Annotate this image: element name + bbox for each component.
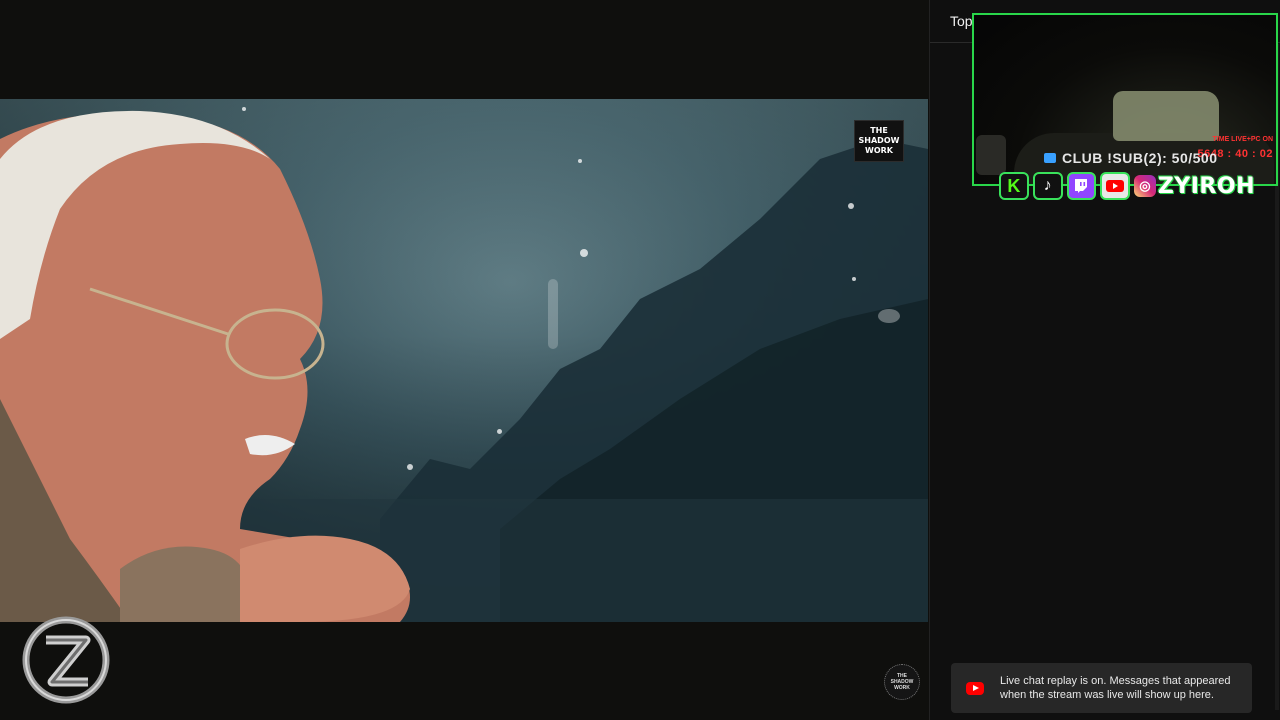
- snow-particle: [848, 203, 854, 209]
- youtube-icon: [966, 681, 984, 695]
- logo-line: WORK: [894, 685, 910, 691]
- snow-particle: [497, 429, 502, 434]
- video-scene: [0, 110, 928, 622]
- club-icon: [1044, 153, 1056, 163]
- twitch-icon: [1066, 172, 1097, 200]
- webcam-pillow: [1113, 91, 1219, 141]
- shadow-work-logo: THE SHADOW WORK: [884, 664, 920, 700]
- snow-particle: [580, 249, 588, 257]
- watermark-line: WORK: [865, 146, 893, 155]
- tiktok-icon: ♪: [1032, 172, 1063, 200]
- chat-mode-label[interactable]: Top: [950, 13, 973, 29]
- webcam-object: [976, 135, 1006, 175]
- instagram-icon: ◎: [1134, 175, 1156, 197]
- replay-notice-text: Live chat replay is on. Messages that ap…: [1000, 675, 1231, 701]
- replay-notice-banner: Live chat replay is on. Messages that ap…: [951, 663, 1252, 713]
- snow-particle: [242, 107, 246, 111]
- club-sub-counter: CLUB !SUB(2): 50/500: [1044, 150, 1217, 166]
- live-time-label: TIME LIVE+PC ON: [1212, 136, 1273, 143]
- snow-particle: [578, 159, 582, 163]
- video-player[interactable]: THE SHADOW WORK: [0, 99, 928, 622]
- watermark-line: THE: [870, 126, 888, 135]
- channel-z-logo: [22, 616, 110, 704]
- social-bar: K ♪ ◎ ZYIROH: [999, 171, 1255, 201]
- youtube-icon: [1100, 172, 1131, 200]
- snow-particle: [407, 464, 413, 470]
- snow-particle: [852, 277, 856, 281]
- channel-watermark: THE SHADOW WORK: [854, 120, 904, 162]
- streamer-handle: ZYIROH: [1157, 173, 1255, 199]
- snow-streak: [548, 279, 558, 349]
- snow-particle: [878, 309, 900, 323]
- club-sub-text: CLUB !SUB(2): 50/500: [1062, 150, 1218, 166]
- kick-icon: K: [999, 172, 1029, 200]
- youtube-play-icon: [1106, 180, 1125, 192]
- watermark-line: SHADOW: [858, 136, 900, 145]
